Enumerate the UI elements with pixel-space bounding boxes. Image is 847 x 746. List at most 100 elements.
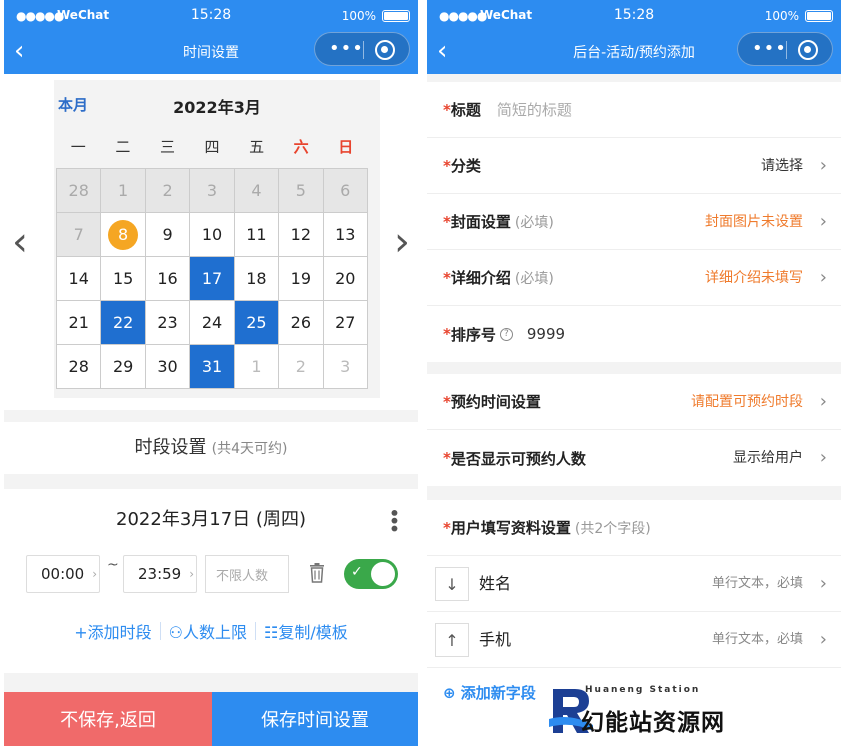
- calendar-day[interactable]: 22: [101, 301, 146, 345]
- calendar-day[interactable]: 25: [234, 301, 280, 345]
- slot-actions: +添加时段 ⚇人数上限 ☷复制/模板: [4, 619, 418, 643]
- day-number: 15: [112, 269, 134, 288]
- title-input[interactable]: 简短的标题: [497, 99, 572, 120]
- day-number: 17: [201, 269, 223, 288]
- calendar-day[interactable]: 10: [190, 213, 235, 257]
- calendar-day[interactable]: 15: [101, 257, 146, 301]
- calendar-day[interactable]: 3: [190, 169, 235, 213]
- day-number: 3: [206, 181, 218, 200]
- calendar-day[interactable]: 1: [234, 345, 280, 389]
- calendar-day[interactable]: 23: [145, 301, 191, 345]
- order-input[interactable]: 9999: [527, 325, 565, 343]
- watermark-logo: Huaneng Station 幻能站资源网: [545, 681, 785, 741]
- more-dots-icon[interactable]: •••: [329, 39, 364, 59]
- users-icon: ⚇: [168, 623, 183, 642]
- weekday-label: 二: [115, 138, 131, 156]
- show-count-row[interactable]: * 是否显示可预约人数 显示给用户 ›: [427, 430, 841, 486]
- calendar-day[interactable]: 12: [279, 213, 324, 257]
- day-number: 5: [295, 181, 306, 200]
- calendar-day[interactable]: 29: [101, 345, 146, 389]
- close-target-icon[interactable]: [375, 40, 395, 60]
- prev-month-chevron-icon[interactable]: ‹: [12, 222, 28, 262]
- reserve-time-row[interactable]: * 预约时间设置 请配置可预约时段 ›: [427, 374, 841, 430]
- add-slot-link[interactable]: +添加时段: [66, 619, 159, 643]
- calendar-day[interactable]: 3: [323, 345, 368, 389]
- trash-icon[interactable]: [309, 563, 325, 583]
- limit-placeholder: 不限人数: [216, 568, 269, 584]
- day-number: 30: [157, 357, 178, 376]
- people-limit-link[interactable]: ⚇人数上限: [161, 619, 255, 643]
- calendar-day[interactable]: 4: [234, 169, 280, 213]
- next-month-chevron-icon[interactable]: ›: [394, 222, 410, 262]
- copy-icon: ☷: [264, 623, 279, 642]
- calendar-day[interactable]: 30: [145, 345, 191, 389]
- mini-program-capsule: •••: [737, 32, 833, 66]
- calendar-day[interactable]: 8: [101, 213, 146, 257]
- field-meta: 单行文本，必填: [711, 632, 803, 647]
- limit-input[interactable]: 不限人数: [205, 555, 289, 593]
- start-time-picker[interactable]: 00:00 ›: [26, 555, 100, 593]
- calendar-day[interactable]: 28: [57, 345, 102, 389]
- calendar-day[interactable]: 5: [279, 169, 324, 213]
- day-number: 27: [335, 313, 356, 332]
- chevron-right-icon: ›: [819, 629, 827, 650]
- calendar-day[interactable]: 20: [323, 257, 368, 301]
- copy-template-link[interactable]: ☷复制/模板: [256, 619, 356, 643]
- field-row-name[interactable]: ↓ 姓名 单行文本，必填 ›: [427, 556, 841, 612]
- move-up-icon[interactable]: ↑: [435, 623, 469, 657]
- calendar-day[interactable]: 18: [234, 257, 280, 301]
- calendar-day[interactable]: 21: [57, 301, 102, 345]
- cover-row[interactable]: * 封面设置 (必填) 封面图片未设置 ›: [427, 194, 841, 250]
- category-row[interactable]: * 分类 请选择 ›: [427, 138, 841, 194]
- calendar-day[interactable]: 27: [323, 301, 368, 345]
- mini-program-capsule: •••: [314, 32, 410, 66]
- field-row-phone[interactable]: ↑ 手机 单行文本，必填 ›: [427, 612, 841, 668]
- calendar-day[interactable]: 11: [234, 213, 280, 257]
- calendar-day[interactable]: 9: [145, 213, 191, 257]
- calendar-day[interactable]: 2: [279, 345, 324, 389]
- calendar-day[interactable]: 14: [57, 257, 102, 301]
- required-mark: *: [443, 156, 451, 175]
- day-number: 11: [246, 225, 267, 244]
- calendar-day[interactable]: 17: [190, 257, 235, 301]
- calendar-day[interactable]: 19: [279, 257, 324, 301]
- reserve-time-label: 预约时间设置: [450, 393, 541, 411]
- calendar-day[interactable]: 31: [190, 345, 235, 389]
- calendar-day[interactable]: 2: [145, 169, 191, 213]
- close-target-icon[interactable]: [798, 40, 818, 60]
- day-number: 1: [251, 357, 262, 376]
- title-row[interactable]: * 标题 简短的标题: [427, 82, 841, 138]
- required-mark: *: [443, 518, 451, 537]
- more-dots-icon[interactable]: •••: [752, 39, 787, 59]
- chevron-right-icon: ›: [819, 391, 827, 412]
- move-down-icon[interactable]: ↓: [435, 567, 469, 601]
- end-time-picker[interactable]: 23:59 ›: [123, 555, 197, 593]
- calendar-day[interactable]: 1: [101, 169, 146, 213]
- help-icon[interactable]: ?: [499, 327, 513, 341]
- calendar-day[interactable]: 13: [323, 213, 368, 257]
- field-meta: 单行文本，必填: [711, 576, 803, 591]
- cover-label: 封面设置: [450, 213, 511, 231]
- day-number: 14: [68, 269, 89, 288]
- calendar-day[interactable]: 26: [279, 301, 324, 345]
- day-number: 10: [201, 225, 223, 244]
- required-mark: *: [443, 325, 451, 343]
- start-time-value: 00:00: [41, 565, 85, 583]
- calendar-day[interactable]: 7: [57, 213, 102, 257]
- add-field-button[interactable]: ⊕ 添加新字段: [443, 682, 536, 703]
- slot-enable-toggle[interactable]: ✓: [344, 559, 398, 589]
- toggle-knob: [371, 562, 395, 586]
- calendar-day[interactable]: 6: [323, 169, 368, 213]
- calendar-day[interactable]: 24: [190, 301, 235, 345]
- more-vertical-icon[interactable]: •••: [382, 507, 406, 530]
- cancel-button[interactable]: 不保存,返回: [4, 692, 212, 746]
- calendar-day[interactable]: 28: [57, 169, 102, 213]
- period-count: (共4天可约): [211, 441, 288, 457]
- detail-row[interactable]: * 详细介绍 (必填) 详细介绍未填写 ›: [427, 250, 841, 306]
- day-number: 28: [68, 357, 89, 376]
- show-count-value: 显示给用户: [733, 450, 803, 466]
- reservation-group: * 预约时间设置 请配置可预约时段 › * 是否显示可预约人数 显示给用户 ›: [427, 374, 841, 486]
- calendar-day[interactable]: 16: [145, 257, 191, 301]
- logo-title: 幻能站资源网: [581, 710, 725, 736]
- save-button[interactable]: 保存时间设置: [212, 692, 418, 746]
